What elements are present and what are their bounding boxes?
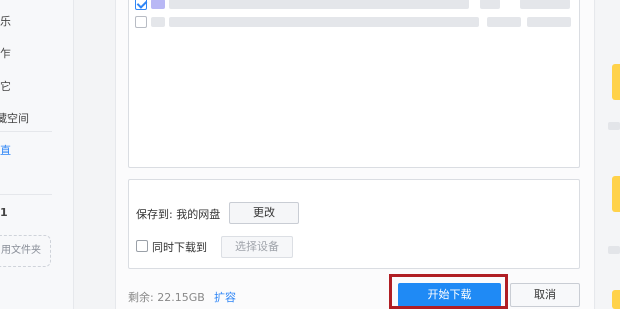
- save-location-label: 保存到: 我的网盘: [136, 208, 221, 221]
- file-meta-blurred: [487, 17, 521, 27]
- sidebar-item-docs[interactable]: 乍: [0, 45, 11, 61]
- folder-name-blurred: [608, 122, 620, 130]
- folder-icon[interactable]: [612, 290, 620, 309]
- folder-icon[interactable]: [612, 64, 620, 100]
- sidebar-divider: [0, 131, 52, 132]
- sidebar-item-other[interactable]: 它: [0, 78, 11, 94]
- select-device-button[interactable]: 选择设备: [221, 236, 293, 258]
- file-list: [128, 0, 580, 168]
- file-meta-blurred: [527, 17, 571, 27]
- change-location-button[interactable]: 更改: [229, 202, 299, 224]
- sidebar-item-section[interactable]: 1: [0, 206, 8, 219]
- save-options-panel: 保存到: 我的网盘 更改 同时下载到 选择设备: [128, 179, 580, 269]
- sidebar-item-hidden-space[interactable]: 藏空间: [0, 110, 29, 126]
- folder-name-blurred: [608, 246, 620, 254]
- file-meta-blurred: [520, 0, 570, 9]
- file-type-icon: [151, 17, 165, 27]
- expand-storage-link[interactable]: 扩容: [214, 289, 236, 305]
- cancel-button[interactable]: 取消: [510, 283, 580, 307]
- file-meta-blurred: [480, 0, 500, 9]
- download-dialog: 保存到: 我的网盘 更改 同时下载到 选择设备 剩余: 22.15GB 扩容 开…: [115, 0, 595, 309]
- file-row[interactable]: [135, 14, 575, 32]
- file-checkbox[interactable]: [135, 16, 147, 28]
- file-name-blurred: [169, 17, 479, 27]
- background-file-grid: [596, 0, 620, 309]
- sidebar-item-active[interactable]: 直: [0, 142, 11, 158]
- remaining-space: 剩余: 22.15GB: [128, 291, 205, 304]
- file-type-icon: [151, 0, 165, 9]
- sync-download-checkbox[interactable]: [136, 240, 148, 252]
- folder-icon[interactable]: [612, 176, 620, 212]
- sidebar-item-music[interactable]: 乐: [0, 13, 11, 29]
- highlight-annotation: [389, 274, 508, 309]
- common-folder-button[interactable]: 用文件夹: [0, 235, 51, 267]
- sidebar: 乐 乍 它 藏空间 直 1 用文件夹: [0, 0, 74, 309]
- file-name-blurred: [169, 0, 469, 9]
- sidebar-divider: [0, 194, 52, 195]
- file-row[interactable]: [135, 0, 575, 14]
- file-checkbox[interactable]: [135, 0, 147, 10]
- sync-download-label: 同时下载到: [152, 241, 207, 254]
